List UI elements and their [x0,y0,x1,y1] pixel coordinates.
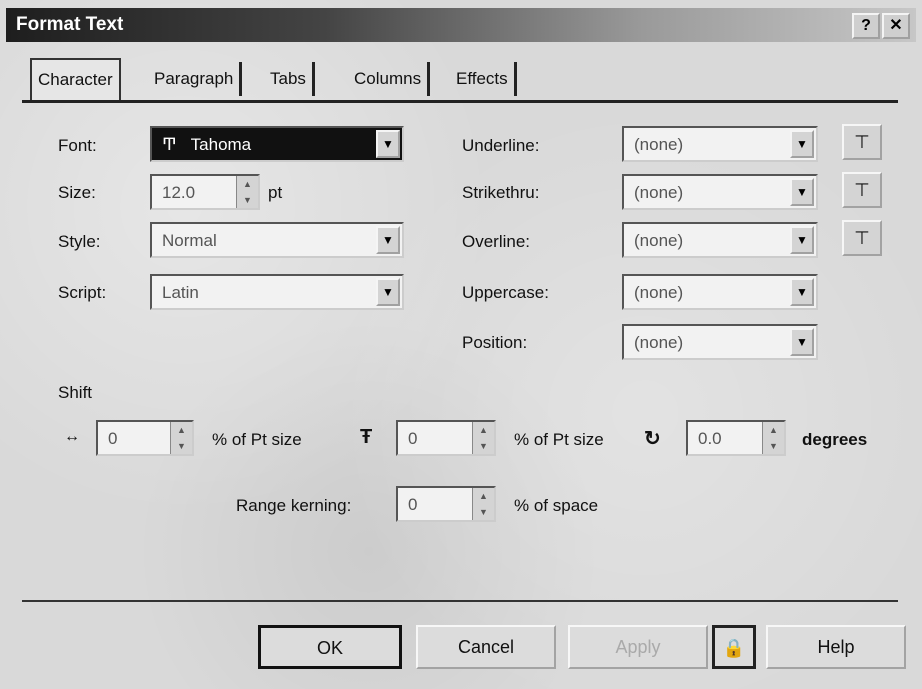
strikethru-settings-icon[interactable]: ⊤ [842,172,882,208]
font-label: Font: [58,136,97,155]
tab-character[interactable]: Character [30,58,121,100]
button-separator [22,600,898,602]
strikethru-select[interactable]: (none) ▼ [622,174,818,210]
tab-paragraph[interactable]: Paragraph [148,62,243,96]
range-kerning-spinbox[interactable]: 0 ▲ ▼ [396,486,496,522]
vertical-shift-unit: % of Pt size [514,430,604,449]
uppercase-value: (none) [634,283,684,302]
title-bar: Format Text ? ✕ [6,8,916,42]
size-value: 12.0 [162,183,196,202]
horizontal-shift-spinbox[interactable]: 0 ▲ ▼ [96,420,194,456]
chevron-down-icon[interactable]: ▼ [790,328,814,356]
format-text-dialog: Format Text ? ✕ Character Paragraph Tabs… [0,0,922,689]
tab-tabs[interactable]: Tabs [264,62,315,96]
size-label: Size: [58,183,96,202]
size-unit: pt [268,183,283,202]
lock-icon[interactable]: 🔒 [712,625,756,669]
rotation-value: 0.0 [698,429,722,448]
underline-label: Underline: [462,136,540,155]
font-type-icon: Ͳ [162,135,177,154]
underline-settings-icon[interactable]: ⊤ [842,124,882,160]
help-title-button[interactable]: ? [852,13,880,39]
rotation-icon: ↻ [644,428,661,450]
overline-settings-icon[interactable]: ⊤ [842,220,882,256]
script-label: Script: [58,283,107,302]
horizontal-shift-icon: ↔ [64,428,80,445]
tab-effects[interactable]: Effects [450,62,517,96]
range-kerning-label: Range kerning: [236,496,352,515]
vertical-shift-icon: Ŧ [360,426,373,448]
size-spinbox[interactable]: 12.0 ▲ ▼ [150,174,260,210]
overline-value: (none) [634,231,684,250]
rotation-spinner[interactable]: ▲ ▼ [762,422,784,454]
script-select[interactable]: Latin ▼ [150,274,404,310]
chevron-down-icon[interactable]: ▼ [376,130,400,158]
chevron-down-icon[interactable]: ▼ [790,278,814,306]
chevron-down-icon[interactable]: ▼ [790,178,814,206]
vertical-shift-spinner[interactable]: ▲ ▼ [472,422,494,454]
horizontal-shift-value: 0 [108,429,118,448]
script-value: Latin [162,283,199,302]
horizontal-shift-unit: % of Pt size [212,430,302,449]
range-kerning-value: 0 [408,495,418,514]
underline-select[interactable]: (none) ▼ [622,126,818,162]
position-select[interactable]: (none) ▼ [622,324,818,360]
rotation-unit: degrees [802,430,868,449]
ok-button[interactable]: OK [258,625,402,669]
help-button[interactable]: Help [766,625,906,669]
apply-button[interactable]: Apply [568,625,708,669]
style-label: Style: [58,232,101,251]
range-kerning-spinner[interactable]: ▲ ▼ [472,488,494,520]
size-spinner[interactable]: ▲ ▼ [236,176,258,208]
position-label: Position: [462,333,528,352]
chevron-down-icon[interactable]: ▼ [790,130,814,158]
font-select[interactable]: Ͳ Tahoma ▼ [150,126,404,162]
rotation-spinbox[interactable]: 0.0 ▲ ▼ [686,420,786,456]
shift-label: Shift [58,383,93,402]
chevron-down-icon[interactable]: ▼ [376,278,400,306]
window-title: Format Text [16,14,124,35]
vertical-shift-value: 0 [408,429,418,448]
underline-value: (none) [634,135,684,154]
uppercase-label: Uppercase: [462,283,549,302]
strikethru-label: Strikethru: [462,183,540,202]
font-value: Tahoma [190,135,252,154]
tab-columns[interactable]: Columns [348,62,431,96]
chevron-down-icon[interactable]: ▼ [376,226,400,254]
overline-label: Overline: [462,232,531,251]
horizontal-shift-spinner[interactable]: ▲ ▼ [170,422,192,454]
close-button[interactable]: ✕ [882,13,910,39]
uppercase-select[interactable]: (none) ▼ [622,274,818,310]
chevron-down-icon[interactable]: ▼ [790,226,814,254]
range-kerning-unit: % of space [514,496,599,515]
vertical-shift-spinbox[interactable]: 0 ▲ ▼ [396,420,496,456]
strikethru-value: (none) [634,183,684,202]
overline-select[interactable]: (none) ▼ [622,222,818,258]
style-select[interactable]: Normal ▼ [150,222,404,258]
cancel-button[interactable]: Cancel [416,625,556,669]
style-value: Normal [162,231,217,250]
position-value: (none) [634,333,684,352]
